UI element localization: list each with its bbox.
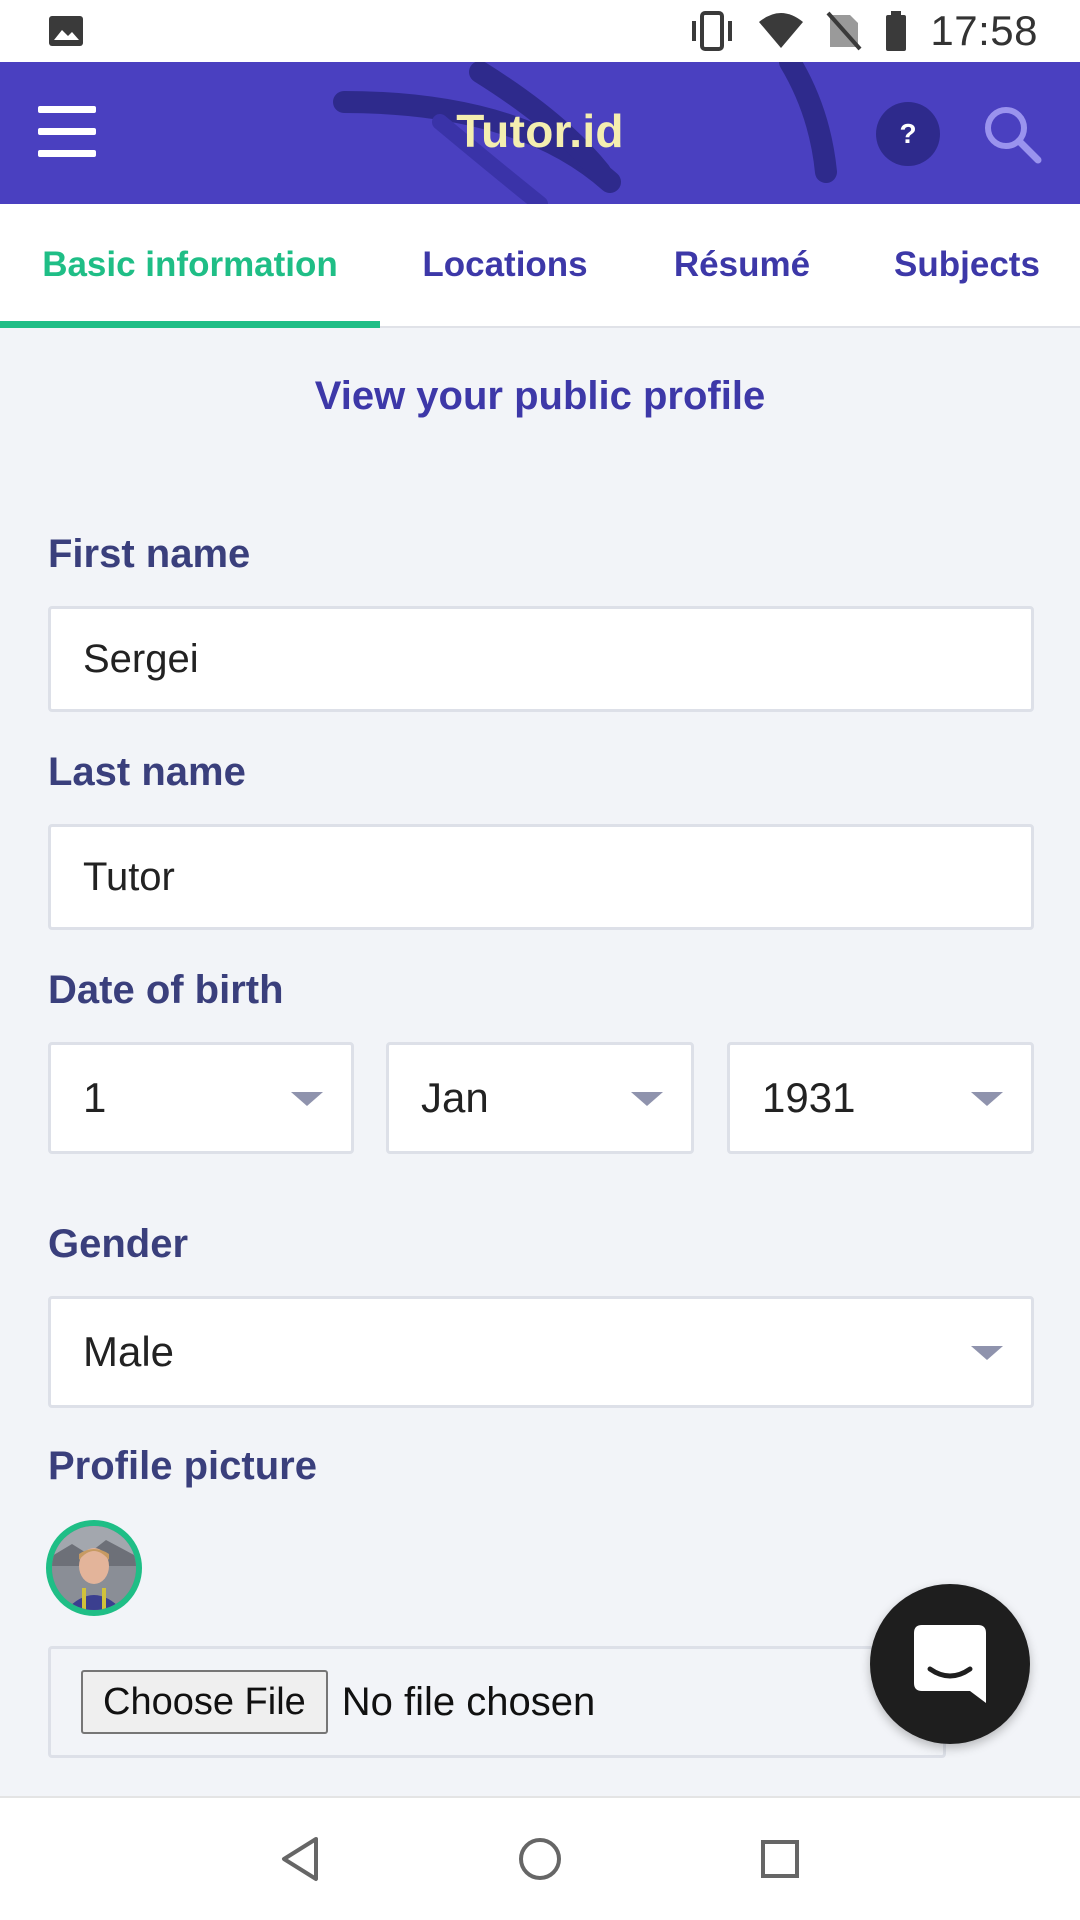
birth-day-select[interactable]: 1	[48, 1042, 354, 1154]
birth-month-select[interactable]: Jan	[386, 1042, 694, 1154]
home-button[interactable]	[510, 1829, 570, 1889]
image-icon	[48, 15, 84, 47]
file-status: No file chosen	[341, 1679, 596, 1724]
vibrate-icon	[688, 11, 736, 51]
last-name-input[interactable]: Tutor	[48, 824, 1034, 930]
system-nav-bar	[0, 1796, 1080, 1920]
date-of-birth-label: Date of birth	[48, 968, 284, 1012]
back-icon	[282, 1837, 318, 1881]
chat-launcher-button[interactable]	[870, 1584, 1030, 1744]
tab-locations[interactable]: Locations	[380, 204, 630, 326]
help-button[interactable]: ?	[876, 102, 940, 166]
app-bar: Tutor.id ?	[0, 62, 1080, 204]
view-public-profile-link[interactable]: View your public profile	[0, 374, 1080, 419]
profile-picture-label: Profile picture	[48, 1444, 317, 1488]
last-name-label: Last name	[48, 750, 246, 794]
gender-label: Gender	[48, 1222, 189, 1266]
chevron-down-icon	[971, 1346, 1003, 1360]
chat-icon	[914, 1625, 986, 1703]
screen: 17:58 Tutor.id ? Basic information Locat…	[0, 0, 1080, 1920]
choose-file-button[interactable]: Choose File	[81, 1670, 328, 1734]
profile-photo	[52, 1526, 136, 1610]
status-time: 17:58	[930, 7, 1038, 54]
status-bar: 17:58	[0, 0, 1080, 62]
tab-subjects[interactable]: Subjects	[854, 204, 1080, 326]
chevron-down-icon	[631, 1092, 663, 1106]
birth-year-select[interactable]: 1931	[727, 1042, 1034, 1154]
recents-button[interactable]	[750, 1829, 810, 1889]
profile-picture-file-input: Choose File No file chosen	[48, 1646, 946, 1758]
wifi-icon	[758, 12, 804, 50]
help-icon: ?	[899, 118, 917, 149]
tab-resume[interactable]: Résumé	[630, 204, 854, 326]
first-name-label: First name	[48, 532, 251, 576]
tab-bar: Basic information Locations Résumé Subje…	[0, 204, 1080, 328]
battery-icon	[884, 11, 908, 51]
first-name-input[interactable]: Sergei	[48, 606, 1034, 712]
search-button[interactable]	[980, 102, 1044, 166]
search-icon	[985, 107, 1042, 164]
gender-select[interactable]: Male	[48, 1296, 1034, 1408]
no-sim-icon	[826, 11, 862, 51]
chevron-down-icon	[291, 1092, 323, 1106]
home-icon	[519, 1838, 561, 1880]
back-button[interactable]	[270, 1829, 330, 1889]
chevron-down-icon	[971, 1092, 1003, 1106]
tab-basic-information[interactable]: Basic information	[0, 204, 380, 328]
avatar	[46, 1520, 142, 1616]
recents-icon	[761, 1840, 799, 1878]
